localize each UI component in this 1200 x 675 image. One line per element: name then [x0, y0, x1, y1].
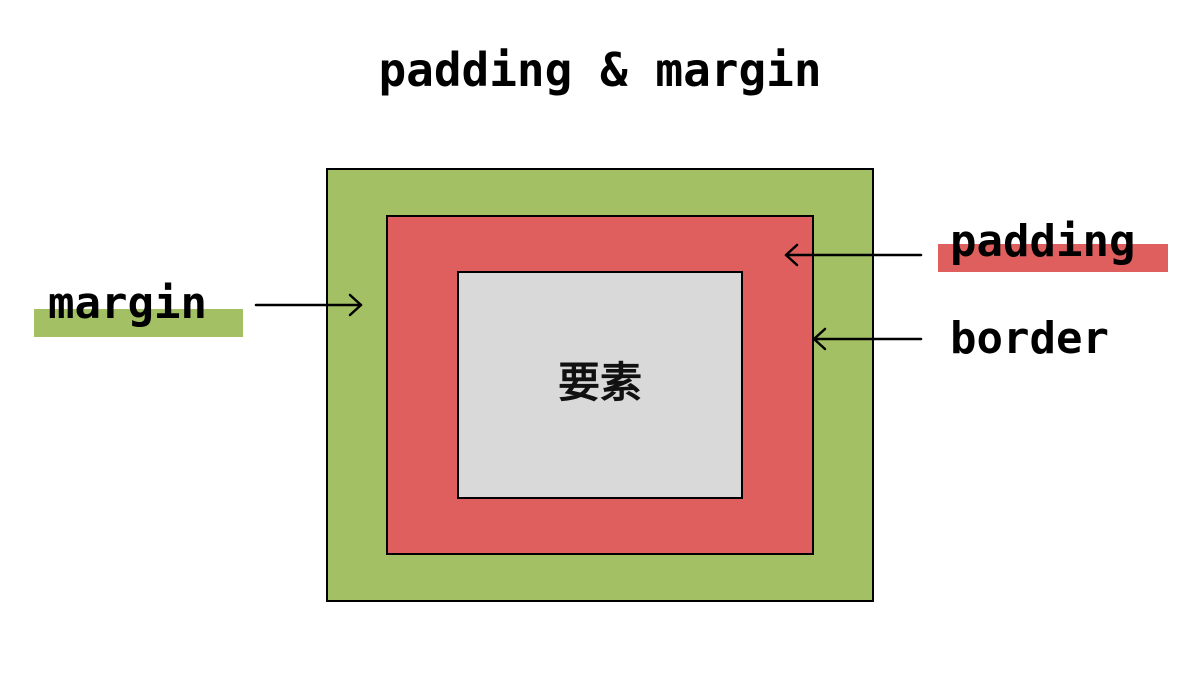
- padding-label: padding: [950, 216, 1136, 267]
- border-label: border: [950, 313, 1109, 364]
- element-box: 要素: [457, 271, 743, 499]
- diagram-title: padding & margin: [378, 43, 822, 97]
- margin-label: margin: [48, 278, 207, 329]
- element-label: 要素: [557, 357, 642, 407]
